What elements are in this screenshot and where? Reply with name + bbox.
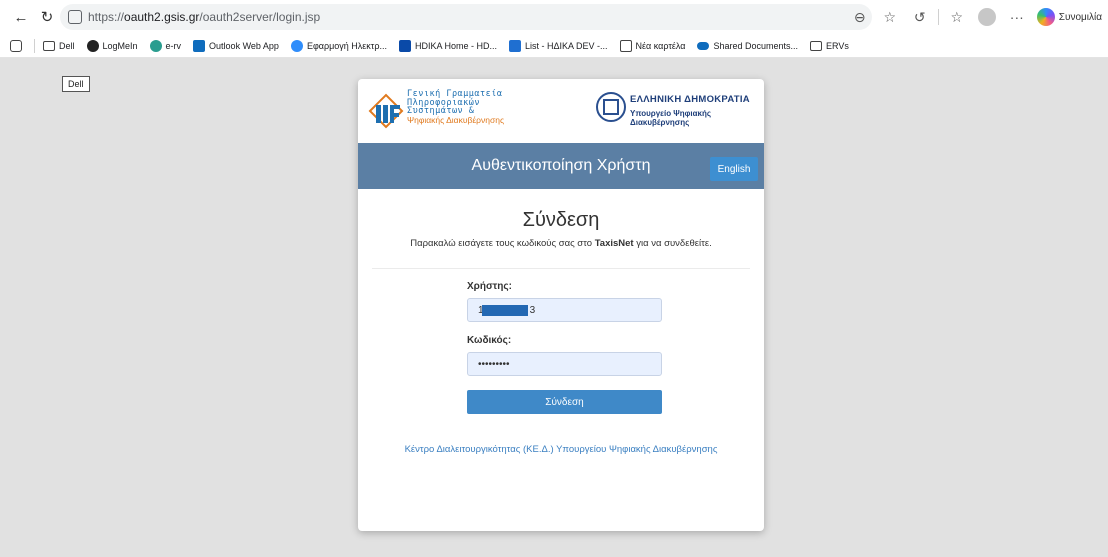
gov-subtitle: Υπουργείο Ψηφιακής Διακυβέρνησης (630, 109, 712, 127)
app-icon (509, 39, 521, 52)
gsis-logo-text: Γενική Γραμματεία Πληροφοριακών Συστημάτ… (407, 89, 505, 125)
copilot-button[interactable]: Συνομιλία (1036, 8, 1102, 26)
tab-icon (619, 39, 632, 52)
page-content: Dell Γενική Γραμματεία Πληροφοριακών Συσ… (0, 58, 1108, 557)
toolbar-divider (937, 9, 939, 25)
favorite-star-icon[interactable]: ☆ (878, 5, 902, 29)
bookmarks-divider (34, 38, 35, 53)
bookmark-hdika-home[interactable]: HDIKA Home - HD... (398, 39, 497, 52)
browser-toolbar: ← ↻ https://oauth2.gsis.gr/oauth2server/… (0, 0, 1108, 34)
password-input[interactable]: ••••••••• (467, 352, 662, 376)
cloud-icon (697, 41, 710, 50)
lock-icon[interactable] (68, 10, 82, 24)
edge-icon (290, 39, 303, 52)
bookmark-efarmogi[interactable]: Εφαρμογή Ηλεκτρ... (290, 39, 387, 52)
bookmark-dell[interactable]: Dell (43, 40, 75, 51)
copilot-label: Συνομιλία (1058, 11, 1102, 23)
bookmark-logmein[interactable]: LogMeIn (86, 39, 138, 52)
app-icon (398, 39, 411, 52)
greek-emblem-icon (596, 92, 626, 122)
login-card: Γενική Γραμματεία Πληροφοριακών Συστημάτ… (358, 79, 764, 531)
edge-icon (149, 39, 162, 52)
copilot-icon (1036, 8, 1055, 26)
gov-title: ΕΛΛΗΝΙΚΗ ΔΗΜΟΚΡΑΤΙΑ (630, 94, 750, 105)
form-description: Παρακαλώ εισάγετε τους κωδικούς σας στο … (410, 238, 712, 249)
collections-icon[interactable] (10, 39, 26, 52)
back-arrow-icon[interactable]: ← (10, 6, 32, 28)
reading-mode-icon[interactable]: ⊖ (848, 5, 872, 29)
bookmark-outlook[interactable]: Outlook Web App (193, 39, 279, 52)
login-submit-button[interactable]: Σύνδεση (467, 390, 662, 414)
folder-icon (43, 40, 55, 51)
gsis-logo-icon (368, 93, 404, 129)
url-text[interactable]: https://oauth2.gsis.gr/oauth2server/logi… (88, 10, 320, 24)
language-button[interactable]: English (710, 157, 758, 181)
bookmark-list-hdika[interactable]: List - HΔΙΚΑ DEV -... (509, 39, 608, 52)
form-divider (372, 268, 750, 269)
password-label: Κωδικός: (467, 335, 512, 346)
more-menu-icon[interactable]: ··· (1005, 5, 1029, 29)
auth-header: Αυθεντικοποίηση Χρήστη English (358, 143, 764, 189)
auth-header-title: Αυθεντικοποίηση Χρήστη (471, 157, 651, 174)
folder-icon (810, 40, 823, 51)
interoperability-center-link[interactable]: Κέντρο Διαλειτουργικότητας (ΚΕ.Δ.) Υπουρ… (358, 444, 764, 455)
logos-row: Γενική Γραμματεία Πληροφοριακών Συστημάτ… (358, 79, 764, 143)
username-input[interactable]: 13 (467, 298, 662, 322)
favorites-icon[interactable]: ☆ (945, 5, 969, 29)
bookmark-e-rv[interactable]: e-rv (149, 39, 181, 52)
profile-icon[interactable] (975, 5, 999, 29)
refresh-extension-icon[interactable]: ↺ (908, 5, 932, 29)
outlook-icon (193, 39, 206, 52)
bookmark-ervs[interactable]: ERVs (810, 40, 849, 51)
username-label: Χρήστης: (467, 281, 512, 292)
reload-icon[interactable]: ↻ (36, 6, 58, 28)
form-title: Σύνδεση (522, 209, 600, 231)
bookmark-tooltip: Dell (62, 76, 90, 92)
bookmarks-bar: Dell LogMeIn e-rv Outlook Web App Εφαρμο… (0, 34, 1108, 58)
logmein-icon (86, 39, 99, 52)
address-bar[interactable]: https://oauth2.gsis.gr/oauth2server/logi… (60, 4, 872, 30)
bookmark-shared-documents[interactable]: Shared Documents... (697, 41, 798, 51)
toolbar-right: ⊖ ☆ ↺ ☆ ··· Συνομιλία (842, 0, 1108, 34)
bookmark-new-tab[interactable]: Νέα καρτέλα (619, 39, 685, 52)
redaction-block (482, 305, 528, 316)
